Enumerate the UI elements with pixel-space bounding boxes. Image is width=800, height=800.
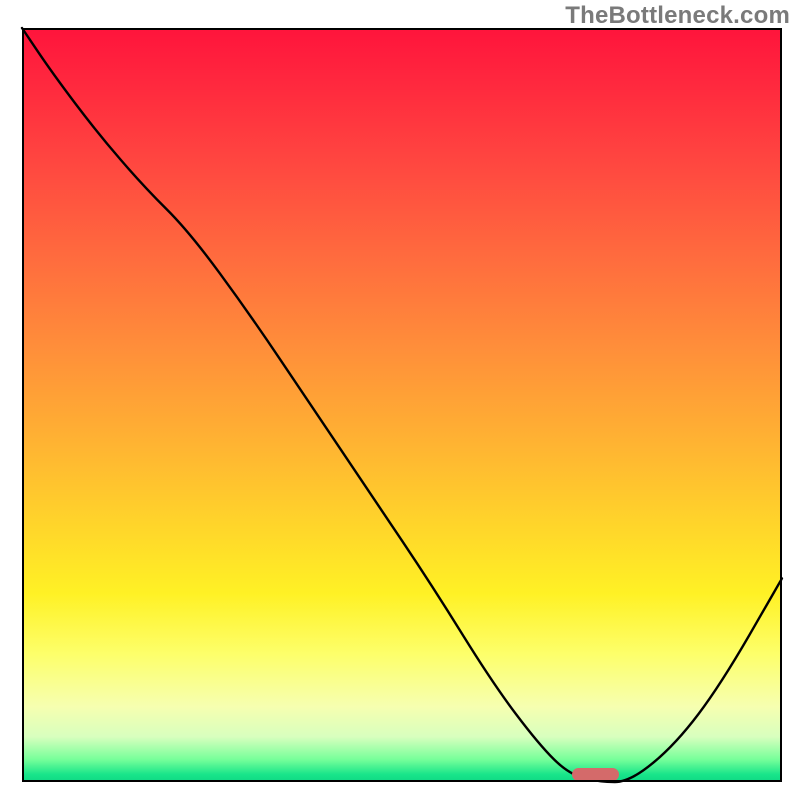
chart-container: TheBottleneck.com (0, 0, 800, 800)
curve-path (22, 28, 782, 782)
bottleneck-curve (22, 28, 782, 782)
watermark-text: TheBottleneck.com (565, 2, 790, 30)
plot-area (22, 28, 782, 782)
optimal-marker (572, 768, 619, 781)
